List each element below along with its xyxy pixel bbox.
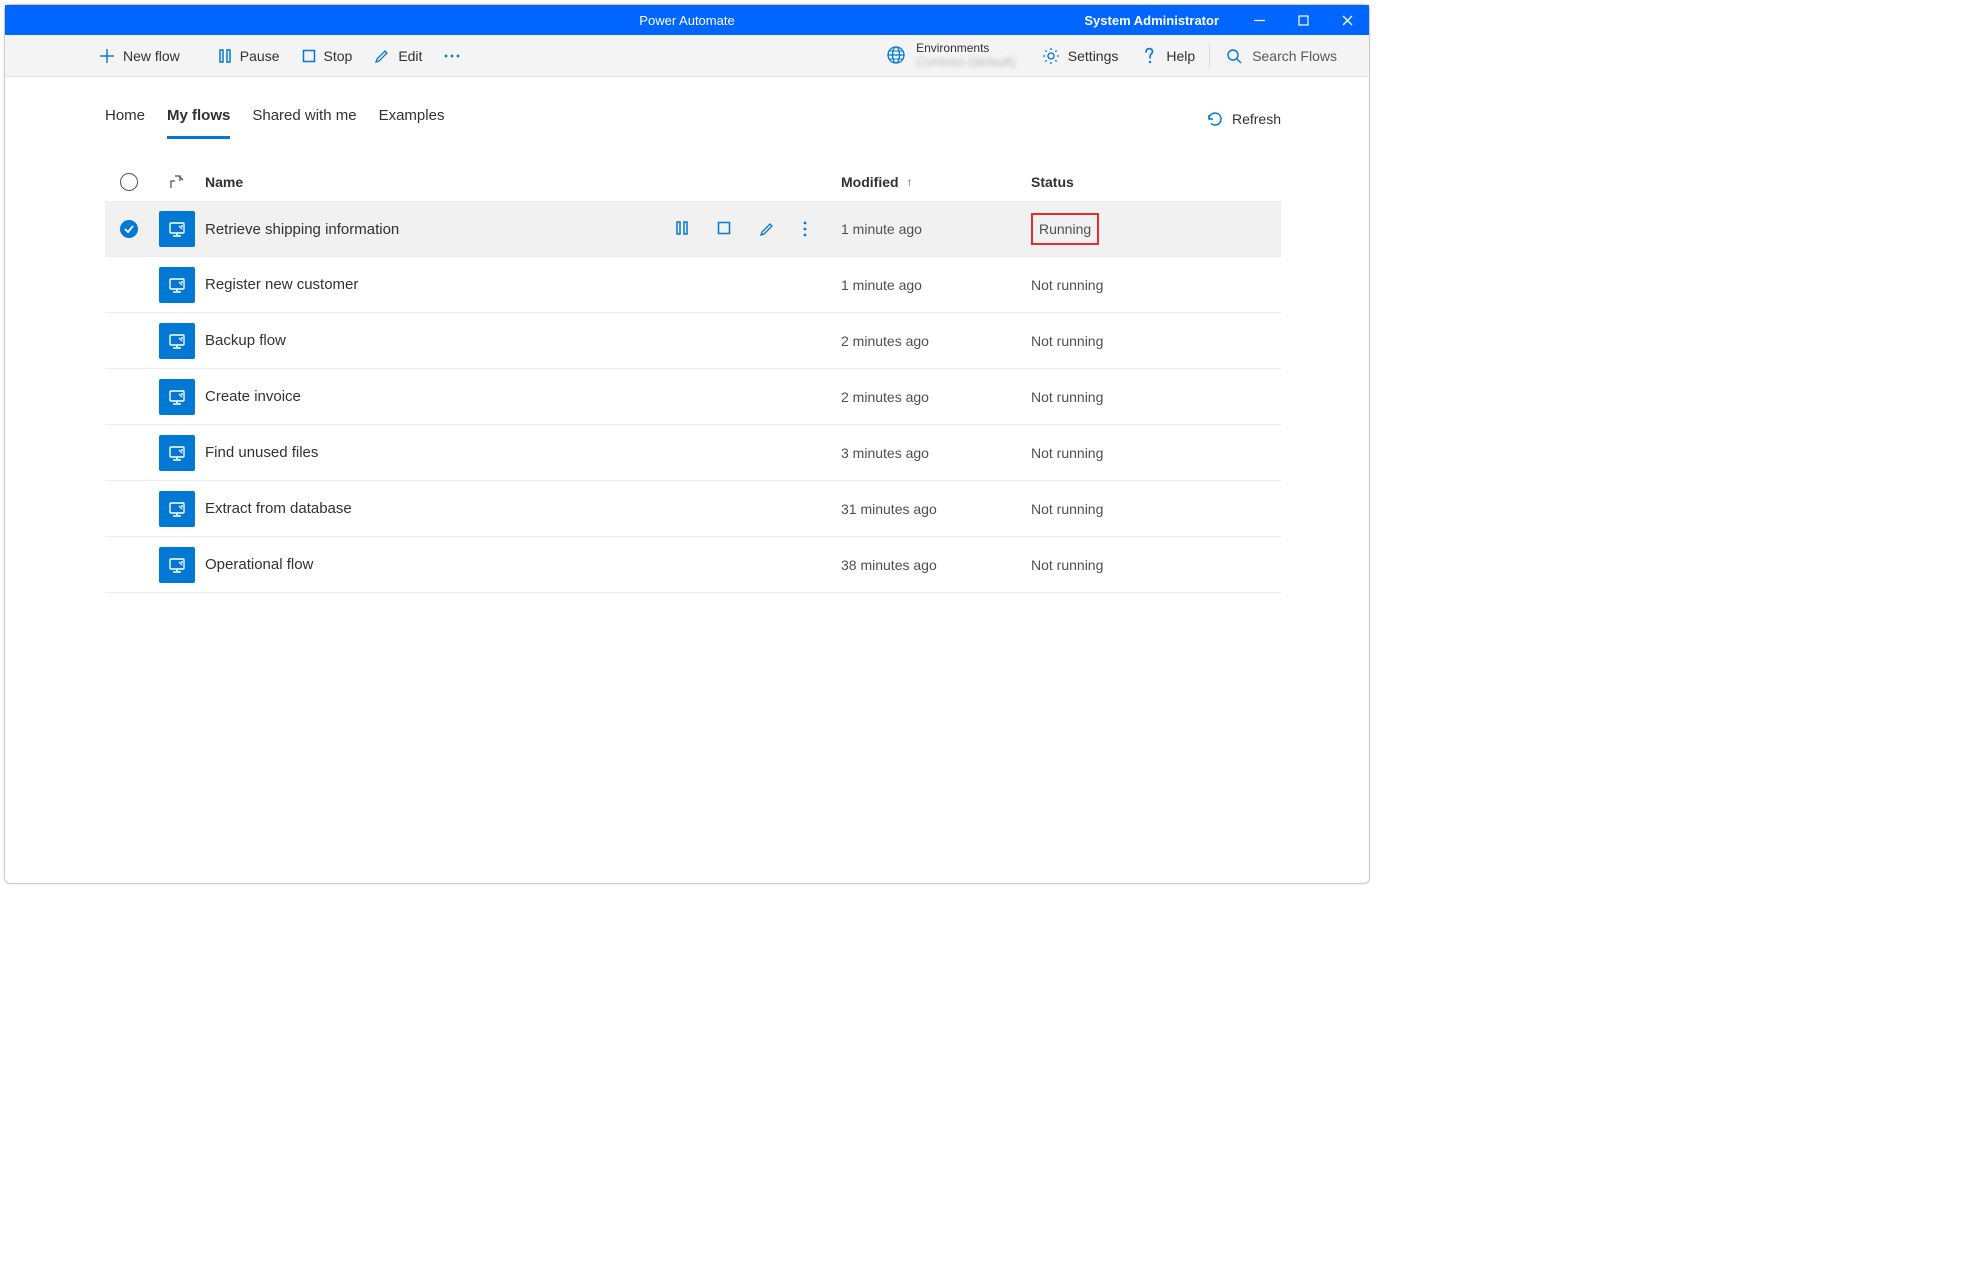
flow-name[interactable]: Create invoice — [201, 388, 641, 405]
maximize-button[interactable] — [1281, 5, 1325, 35]
flow-status: Not running — [1031, 557, 1281, 573]
flow-name[interactable]: Retrieve shipping information — [201, 221, 641, 238]
more-button[interactable] — [438, 50, 466, 62]
column-modified-label: Modified — [841, 174, 899, 190]
flow-modified: 2 minutes ago — [841, 389, 1031, 405]
toolbar-divider — [1209, 43, 1210, 69]
edit-label: Edit — [398, 48, 422, 64]
plus-icon — [99, 48, 115, 64]
table-row[interactable]: Operational flow 38 minutes agoNot runnin… — [105, 537, 1281, 593]
settings-button[interactable]: Settings — [1030, 35, 1131, 77]
tab-home[interactable]: Home — [105, 99, 145, 139]
refresh-label: Refresh — [1232, 111, 1281, 127]
settings-label: Settings — [1068, 48, 1119, 64]
pencil-icon — [374, 48, 390, 64]
stop-button[interactable]: Stop — [296, 44, 359, 68]
flow-name[interactable]: Find unused files — [201, 444, 641, 461]
titlebar: Power Automate System Administrator — [5, 5, 1369, 35]
row-edit-button[interactable] — [759, 221, 775, 237]
desktop-flow-icon — [159, 547, 195, 583]
status-highlight: Running — [1031, 213, 1099, 245]
flow-name[interactable]: Operational flow — [201, 556, 641, 573]
flow-modified: 3 minutes ago — [841, 445, 1031, 461]
gear-icon — [1042, 47, 1060, 65]
flow-modified: 31 minutes ago — [841, 501, 1031, 517]
search-icon — [1226, 48, 1242, 64]
flow-name[interactable]: Register new customer — [201, 276, 641, 293]
desktop-flow-icon — [159, 435, 195, 471]
flow-modified: 1 minute ago — [841, 277, 1031, 293]
flow-modified: 2 minutes ago — [841, 333, 1031, 349]
flow-status: Not running — [1031, 445, 1281, 461]
sort-ascending-icon: ↑ — [907, 175, 913, 189]
row-more-button[interactable] — [803, 221, 807, 237]
minimize-button[interactable] — [1237, 5, 1281, 35]
table-row[interactable]: Backup flow 2 minutes agoNot running — [105, 313, 1281, 369]
more-horizontal-icon — [444, 54, 460, 58]
app-title: Power Automate — [639, 13, 734, 28]
table-row[interactable]: Find unused files 3 minutes agoNot runnin… — [105, 425, 1281, 481]
pause-icon — [218, 49, 232, 63]
flow-status: Not running — [1031, 389, 1281, 405]
flows-table: Name Modified ↑ Status Retrieve shipping… — [105, 163, 1281, 593]
environments-label: Environments — [916, 42, 1016, 55]
column-status[interactable]: Status — [1031, 174, 1281, 190]
flow-status: Not running — [1031, 333, 1281, 349]
nav-tabs: Home My flows Shared with me Examples — [105, 99, 444, 139]
desktop-flow-icon — [159, 491, 195, 527]
environments-selector[interactable]: Environments Contoso (default) — [886, 42, 1030, 69]
column-name[interactable]: Name — [201, 174, 641, 190]
content-area: Home My flows Shared with me Examples Re… — [5, 77, 1369, 593]
tab-my-flows[interactable]: My flows — [167, 99, 230, 139]
flow-name[interactable]: Extract from database — [201, 500, 641, 517]
table-row[interactable]: Extract from database 31 minutes agoNot r… — [105, 481, 1281, 537]
table-row[interactable]: Create invoice 2 minutes agoNot running — [105, 369, 1281, 425]
close-button[interactable] — [1325, 5, 1369, 35]
tab-shared[interactable]: Shared with me — [252, 99, 356, 139]
flow-status: Running — [1031, 213, 1281, 245]
help-label: Help — [1166, 48, 1195, 64]
toolbar: New flow Pause Stop Edit Environments Co… — [5, 35, 1369, 77]
pause-label: Pause — [240, 48, 280, 64]
search-placeholder: Search Flows — [1252, 48, 1337, 64]
tab-examples[interactable]: Examples — [379, 99, 445, 139]
pause-button[interactable]: Pause — [212, 44, 286, 68]
row-stop-button[interactable] — [717, 221, 731, 237]
user-name[interactable]: System Administrator — [1084, 13, 1237, 28]
table-row[interactable]: Register new customer 1 minute agoNot run… — [105, 257, 1281, 313]
select-all[interactable] — [105, 173, 153, 191]
flow-status: Not running — [1031, 501, 1281, 517]
environments-value: Contoso (default) — [916, 55, 1016, 69]
edit-button[interactable]: Edit — [368, 44, 428, 68]
stop-label: Stop — [324, 48, 353, 64]
flow-modified: 38 minutes ago — [841, 557, 1031, 573]
row-pause-button[interactable] — [675, 221, 689, 237]
globe-icon — [886, 45, 906, 65]
flow-status: Not running — [1031, 277, 1281, 293]
desktop-flow-icon — [159, 267, 195, 303]
sort-icon-header[interactable] — [153, 174, 201, 190]
column-modified[interactable]: Modified ↑ — [841, 174, 1031, 190]
flow-name[interactable]: Backup flow — [201, 332, 641, 349]
desktop-flow-icon — [159, 379, 195, 415]
new-flow-button[interactable]: New flow — [93, 44, 186, 68]
desktop-flow-icon — [159, 323, 195, 359]
new-flow-label: New flow — [123, 48, 180, 64]
search-flows[interactable]: Search Flows — [1212, 48, 1351, 64]
refresh-button[interactable]: Refresh — [1206, 110, 1281, 128]
stop-icon — [302, 49, 316, 63]
flow-modified: 1 minute ago — [841, 221, 1031, 237]
table-header: Name Modified ↑ Status — [105, 163, 1281, 201]
help-button[interactable]: Help — [1130, 35, 1207, 77]
desktop-flow-icon — [159, 211, 195, 247]
refresh-icon — [1206, 110, 1224, 128]
row-checkbox-checked[interactable] — [120, 220, 138, 238]
table-row[interactable]: Retrieve shipping information 1 minute ag… — [105, 201, 1281, 257]
help-icon — [1142, 47, 1158, 65]
